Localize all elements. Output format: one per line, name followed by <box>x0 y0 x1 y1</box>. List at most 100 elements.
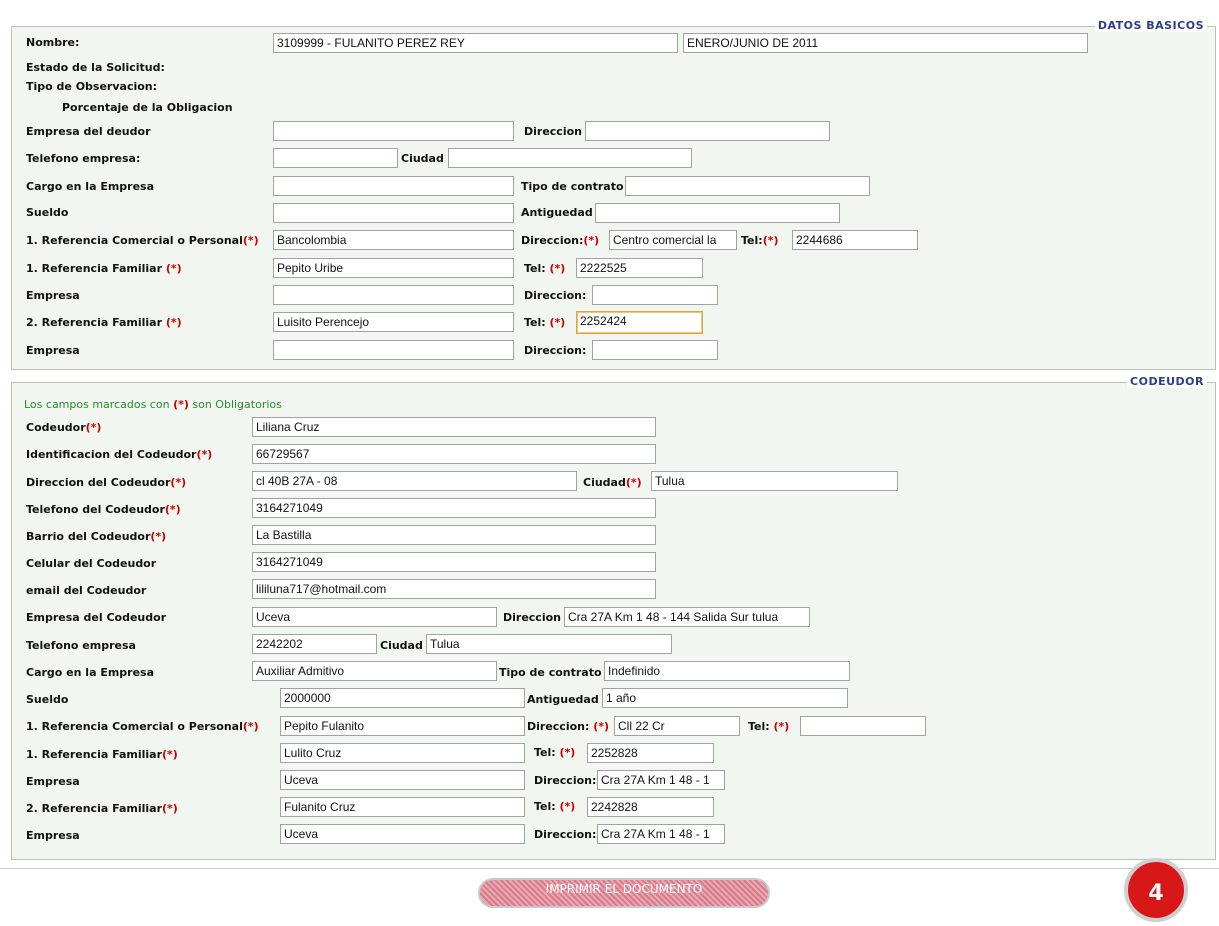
empresa-2-field[interactable] <box>273 340 514 360</box>
telefono-codeudor-field[interactable]: 3164271049 <box>252 498 656 518</box>
ref-comercial-dir-field[interactable]: Centro comercial la <box>609 230 737 250</box>
empresa-2-codeudor-field[interactable]: Uceva <box>280 824 525 844</box>
empresa-1-codeudor-dir-field[interactable]: Cra 27A Km 1 48 - 1 <box>597 770 725 790</box>
ciudad-label: Ciudad <box>401 152 444 165</box>
cargo-codeudor-label: Cargo en la Empresa <box>26 666 155 679</box>
direccion-codeudor-field[interactable]: cl 40B 27A - 08 <box>252 471 577 491</box>
required-marker: (*) <box>242 720 259 733</box>
celular-codeudor-field[interactable]: 3164271049 <box>252 552 656 572</box>
required-marker: (*) <box>549 316 566 329</box>
empresa-1-codeudor-field[interactable]: Uceva <box>280 770 525 790</box>
telefono-empresa-codeudor-field[interactable]: 2242202 <box>252 634 377 654</box>
email-codeudor-field[interactable]: lililuna717@hotmail.com <box>252 579 656 599</box>
ref-comercial-codeudor-dir-field[interactable]: Cll 22 Cr <box>614 716 740 736</box>
ref-comercial-codeudor-tel-field[interactable] <box>800 716 926 736</box>
empresa-1-dir-label: Direccion: <box>524 289 587 302</box>
ref-familiar-1-codeudor-tel-label-text: Tel: <box>534 746 556 759</box>
estado-solicitud-label: Estado de la Solicitud: <box>26 61 165 74</box>
nombre-field[interactable]: 3109999 - FULANITO PEREZ REY <box>273 33 678 53</box>
ref-familiar-2-codeudor-tel-label: Tel: (*) <box>534 800 575 814</box>
empresa-deudor-field[interactable] <box>273 121 514 141</box>
tipo-contrato-codeudor-label: Tipo de contrato <box>499 666 602 679</box>
cargo-empresa-field[interactable] <box>273 176 514 196</box>
direccion-field[interactable] <box>585 121 830 141</box>
ref-familiar-2-codeudor-field[interactable]: Fulanito Cruz <box>280 797 525 817</box>
empresa-1-codeudor-label: Empresa <box>26 775 80 788</box>
email-codeudor-label: email del Codeudor <box>26 584 147 597</box>
ref-familiar-1-label: 1. Referencia Familiar (*) <box>26 262 182 276</box>
telefono-codeudor-label: Telefono del Codeudor(*) <box>26 503 181 517</box>
codeudor-legend: CODEUDOR <box>1127 375 1207 388</box>
required-marker: (*) <box>625 476 642 489</box>
identificacion-codeudor-label: Identificacion del Codeudor(*) <box>26 448 212 462</box>
antiguedad-label: Antiguedad <box>521 206 593 219</box>
barrio-codeudor-field[interactable]: La Bastilla <box>252 525 656 545</box>
empresa-1-dir-field[interactable] <box>592 285 718 305</box>
required-marker: (*) <box>583 234 600 247</box>
tipo-contrato-field[interactable] <box>625 176 870 196</box>
ref-familiar-1-tel-field[interactable]: 2222525 <box>576 258 703 278</box>
telefono-empresa-field[interactable] <box>273 148 398 168</box>
note-text-post: son Obligatorios <box>188 398 282 411</box>
print-document-button[interactable]: IMPRIMIR EL DOCUMENTO <box>478 878 770 908</box>
required-marker: (*) <box>559 746 576 759</box>
ref-familiar-1-codeudor-tel-field[interactable]: 2252828 <box>587 743 714 763</box>
ciudad-codeudor-label-text: Ciudad <box>583 476 626 489</box>
ref-comercial-label-text: 1. Referencia Comercial o Personal <box>26 234 243 247</box>
ref-comercial-label: 1. Referencia Comercial o Personal(*) <box>26 234 259 248</box>
required-marker: (*) <box>170 476 187 489</box>
ciudad-field[interactable] <box>448 148 692 168</box>
ref-comercial-codeudor-field[interactable]: Pepito Fulanito <box>280 716 525 736</box>
ciudad-codeudor-field[interactable]: Tulua <box>651 471 898 491</box>
ref-familiar-1-codeudor-field[interactable]: Lulito Cruz <box>280 743 525 763</box>
ref-familiar-2-codeudor-label-text: 2. Referencia Familiar <box>26 802 163 815</box>
antiguedad-codeudor-field[interactable]: 1 año <box>602 688 848 708</box>
ref-comercial-dir-label: Direccion:(*) <box>521 234 599 248</box>
nombre-label: Nombre: <box>26 36 80 49</box>
telefono-empresa-codeudor-label: Telefono empresa <box>26 639 136 652</box>
ref-comercial-tel-field[interactable]: 2244686 <box>792 230 918 250</box>
identificacion-codeudor-field[interactable]: 66729567 <box>252 444 656 464</box>
barrio-codeudor-label-text: Barrio del Codeudor <box>26 530 151 543</box>
ref-comercial-codeudor-dir-label: Direccion: (*) <box>527 720 609 734</box>
empresa-2-dir-field[interactable] <box>592 340 718 360</box>
ref-comercial-codeudor-label: 1. Referencia Comercial o Personal(*) <box>26 720 259 734</box>
ref-familiar-2-tel-label: Tel: (*) <box>524 316 565 330</box>
sueldo-label: Sueldo <box>26 206 69 219</box>
required-marker: (*) <box>165 316 182 329</box>
antiguedad-field[interactable] <box>595 203 840 223</box>
periodo-field[interactable]: ENERO/JUNIO DE 2011 <box>683 33 1088 53</box>
required-marker: (*) <box>173 398 189 411</box>
antiguedad-codeudor-label: Antiguedad <box>527 693 599 706</box>
ref-familiar-2-tel-field[interactable]: 2252424 <box>576 311 703 334</box>
required-marker: (*) <box>164 503 181 516</box>
ref-familiar-2-tel-label-text: Tel: <box>524 316 546 329</box>
empresa-codeudor-dir-field[interactable]: Cra 27A Km 1 48 - 144 Salida Sur tulua <box>564 607 810 627</box>
ref-familiar-2-codeudor-tel-label-text: Tel: <box>534 800 556 813</box>
sueldo-codeudor-field[interactable]: 2000000 <box>280 688 525 708</box>
identificacion-codeudor-label-text: Identificacion del Codeudor <box>26 448 197 461</box>
empresa-1-label: Empresa <box>26 289 80 302</box>
ref-comercial-codeudor-label-text: 1. Referencia Comercial o Personal <box>26 720 243 733</box>
ref-familiar-2-codeudor-tel-field[interactable]: 2242828 <box>587 797 714 817</box>
cargo-codeudor-field[interactable]: Auxiliar Admitivo <box>252 661 497 681</box>
footer-divider <box>0 868 1219 869</box>
note-text-pre: Los campos marcados con <box>24 398 174 411</box>
ref-familiar-2-field[interactable]: Luisito Perencejo <box>273 312 514 332</box>
sueldo-field[interactable] <box>273 203 514 223</box>
empresa-codeudor-field[interactable]: Uceva <box>252 607 497 627</box>
ciudad-empresa-codeudor-label: Ciudad <box>380 639 423 652</box>
ref-familiar-1-tel-label-text: Tel: <box>524 262 546 275</box>
ref-comercial-codeudor-dir-label-text: Direccion: <box>527 720 590 733</box>
ciudad-empresa-codeudor-field[interactable]: Tulua <box>426 634 672 654</box>
telefono-codeudor-label-text: Telefono del Codeudor <box>26 503 165 516</box>
ref-familiar-1-field[interactable]: Pepito Uribe <box>273 258 514 278</box>
tipo-contrato-codeudor-field[interactable]: Indefinido <box>604 661 850 681</box>
empresa-1-field[interactable] <box>273 285 514 305</box>
ref-comercial-tel-label-text: Tel: <box>741 234 763 247</box>
ref-comercial-field[interactable]: Bancolombia <box>273 230 514 250</box>
codeudor-field[interactable]: Liliana Cruz <box>252 417 656 437</box>
empresa-codeudor-dir-label: Direccion <box>503 611 561 624</box>
direccion-codeudor-label: Direccion del Codeudor(*) <box>26 476 186 490</box>
empresa-2-codeudor-dir-field[interactable]: Cra 27A Km 1 48 - 1 <box>597 824 725 844</box>
